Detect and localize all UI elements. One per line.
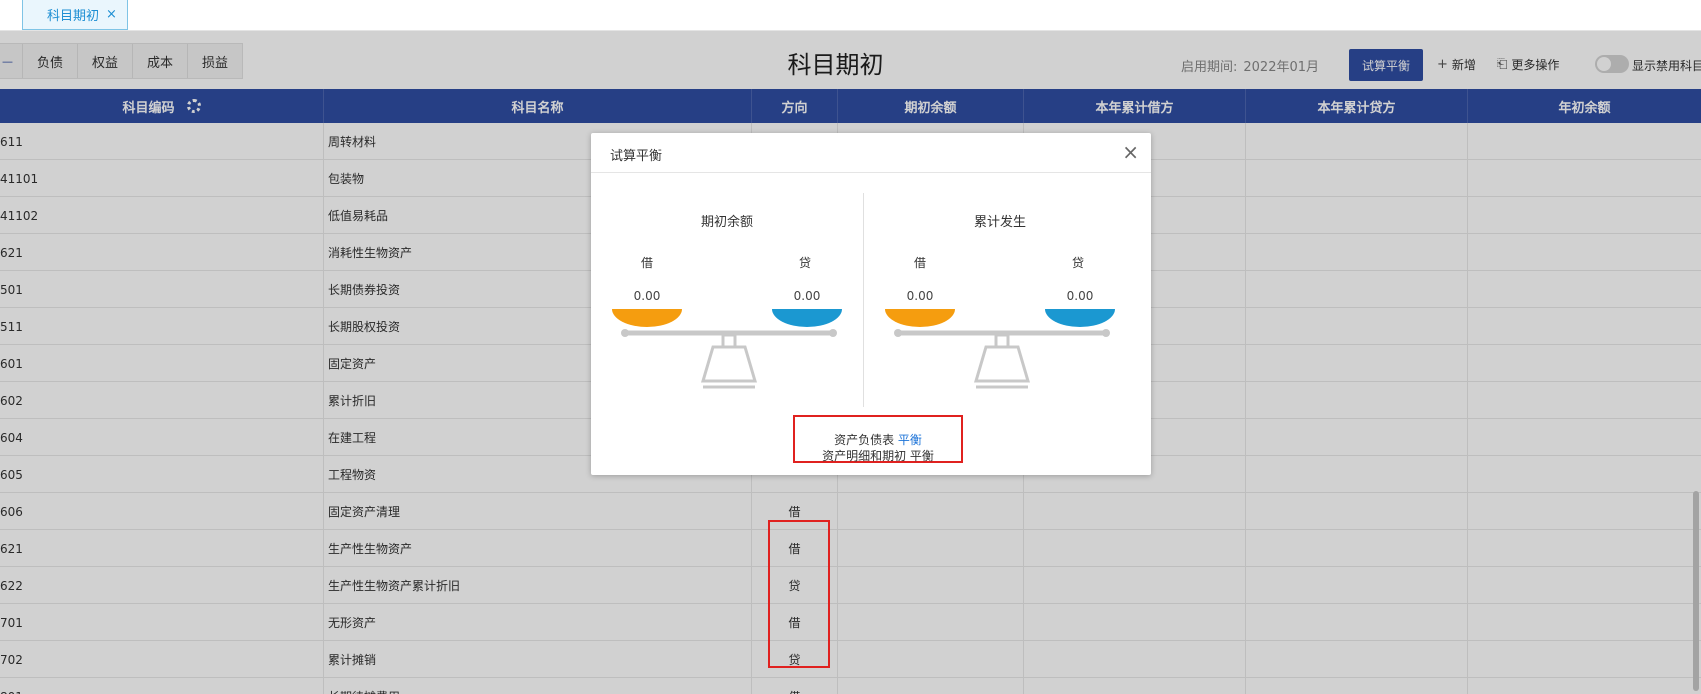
balance-scale-icon bbox=[621, 329, 837, 389]
credit-pan-icon bbox=[1045, 309, 1115, 327]
balance-sheet-result: 资产负债表 平衡 bbox=[795, 431, 961, 448]
panel-title: 期初余额 bbox=[700, 215, 753, 230]
asset-detail-status: 平衡 bbox=[909, 449, 934, 463]
tab-label: 科目期初 bbox=[47, 9, 100, 24]
asset-detail-label: 资产明细和期初 bbox=[822, 449, 907, 463]
debit-label: 借 bbox=[914, 256, 927, 270]
debit-pan-icon bbox=[612, 309, 682, 327]
dialog-header: 试算平衡 × bbox=[591, 133, 1151, 173]
asset-detail-result: 资产明细和期初 平衡 bbox=[795, 447, 961, 464]
tab-bar: 科目期初 × bbox=[0, 0, 1701, 31]
credit-pan-icon bbox=[772, 309, 842, 327]
debit-amount: 0.00 bbox=[906, 289, 934, 303]
dialog-title: 试算平衡 bbox=[610, 149, 663, 164]
credit-amount: 0.00 bbox=[793, 289, 821, 303]
balance-result: 资产负债表 平衡 资产明细和期初 平衡 bbox=[793, 415, 963, 463]
close-icon[interactable]: × bbox=[1122, 140, 1139, 164]
highlight-box-direction bbox=[768, 520, 830, 668]
credit-label: 贷 bbox=[799, 256, 812, 270]
balance-sheet-label: 资产负债表 bbox=[834, 433, 895, 447]
debit-amount: 0.00 bbox=[633, 289, 661, 303]
credit-label: 贷 bbox=[1072, 256, 1085, 270]
panel-title: 累计发生 bbox=[973, 215, 1026, 230]
tab-subject-opening[interactable]: 科目期初 × bbox=[22, 0, 128, 30]
trial-balance-dialog: 试算平衡 × 期初余额 借 贷 0.00 0.00 累计发生 借 贷 0.00 … bbox=[591, 133, 1151, 475]
accumulated-panel: 累计发生 借 贷 0.00 0.00 bbox=[864, 173, 1136, 413]
debit-label: 借 bbox=[641, 256, 654, 270]
balance-scale-icon bbox=[894, 329, 1110, 389]
balance-sheet-status-link[interactable]: 平衡 bbox=[898, 433, 922, 447]
close-icon[interactable]: × bbox=[106, 7, 117, 22]
opening-balance-panel: 期初余额 借 贷 0.00 0.00 bbox=[591, 173, 863, 413]
credit-amount: 0.00 bbox=[1066, 289, 1094, 303]
debit-pan-icon bbox=[885, 309, 955, 327]
